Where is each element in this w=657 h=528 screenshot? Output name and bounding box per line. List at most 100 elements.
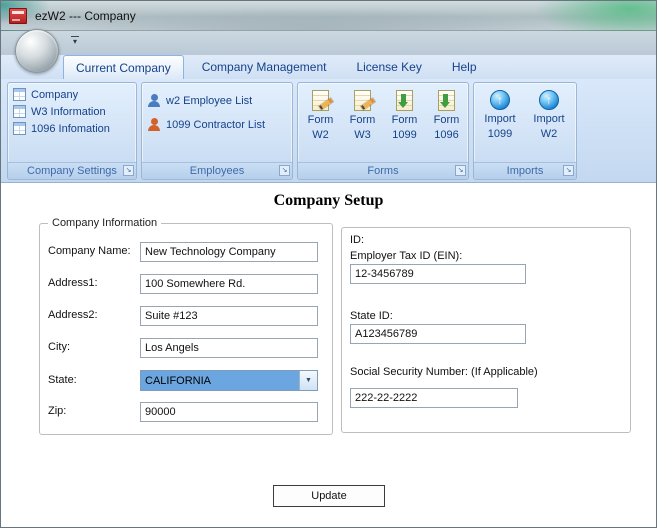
ein-input[interactable] bbox=[350, 264, 526, 284]
button-label-line1: Form bbox=[433, 114, 460, 126]
group-caption-forms: Forms ↘ bbox=[298, 162, 468, 179]
group-caption-imports: Imports ↘ bbox=[474, 162, 576, 179]
button-label-line1: Form bbox=[349, 114, 376, 126]
ribbon-item-company[interactable]: Company bbox=[10, 86, 113, 103]
button-label-line2: W2 bbox=[540, 128, 558, 140]
tab-current-company[interactable]: Current Company bbox=[63, 55, 184, 79]
button-label-line2: W2 bbox=[312, 129, 329, 141]
ribbon-item-1096-information[interactable]: 1096 Infomation bbox=[10, 120, 113, 137]
page-title: Company Setup bbox=[273, 192, 384, 209]
ribbon-item-label: 1096 Infomation bbox=[31, 122, 110, 135]
address1-input[interactable] bbox=[140, 274, 318, 294]
company-information-groupbox: Company Information Company Name: Addres… bbox=[39, 217, 333, 435]
ribbon-button-import-w2[interactable]: ↑ Import W2 bbox=[525, 85, 573, 160]
app-window: ezW2 --- Company ▾ Current Company Compa… bbox=[0, 0, 657, 528]
button-label-line1: Import bbox=[484, 113, 516, 125]
zip-label: Zip: bbox=[48, 405, 67, 417]
form-pencil-icon bbox=[354, 90, 371, 111]
ribbon-group-imports: ↑ Import 1099 ↑ Import W2 Imports ↘ bbox=[473, 82, 577, 180]
group-caption-company-settings: Company Settings ↘ bbox=[8, 162, 136, 179]
update-button[interactable]: Update bbox=[273, 485, 385, 507]
quick-access-dropdown-icon[interactable]: ▾ bbox=[67, 36, 83, 46]
id-label: ID: bbox=[350, 234, 365, 246]
zip-input[interactable] bbox=[140, 402, 318, 422]
group-caption-label: Imports bbox=[506, 165, 544, 177]
dialog-launcher-icon[interactable]: ↘ bbox=[563, 165, 574, 176]
state-label: State: bbox=[48, 374, 77, 386]
button-label-line1: Import bbox=[533, 113, 565, 125]
button-label-line1: Form bbox=[307, 114, 334, 126]
ribbon-group-employees: w2 Employee List 1099 Contractor List Em… bbox=[141, 82, 293, 180]
ribbon-button-form-1099[interactable]: Form 1099 bbox=[384, 85, 425, 160]
import-up-arrow-icon: ↑ bbox=[490, 90, 510, 110]
app-icon bbox=[9, 7, 27, 24]
button-label-line2: W3 bbox=[354, 129, 371, 141]
group-caption-employees: Employees ↘ bbox=[142, 162, 292, 179]
ribbon-item-label: 1099 Contractor List bbox=[166, 118, 266, 131]
ssn-label: Social Security Number: (If Applicable) bbox=[350, 366, 538, 378]
ein-label: Employer Tax ID (EIN): bbox=[350, 250, 463, 262]
company-name-label: Company Name: bbox=[48, 245, 131, 257]
group-caption-label: Employees bbox=[189, 165, 245, 177]
tab-label: Current Company bbox=[76, 60, 171, 75]
state-id-label: State ID: bbox=[350, 310, 393, 322]
company-name-input[interactable] bbox=[140, 242, 318, 262]
address2-label: Address2: bbox=[48, 309, 98, 321]
import-up-arrow-icon: ↑ bbox=[539, 90, 559, 110]
ribbon-button-form-w2[interactable]: Form W2 bbox=[300, 85, 341, 160]
city-input[interactable] bbox=[140, 338, 318, 358]
dialog-launcher-icon[interactable]: ↘ bbox=[455, 165, 466, 176]
state-id-input[interactable] bbox=[350, 324, 526, 344]
ribbon-button-import-1099[interactable]: ↑ Import 1099 bbox=[476, 85, 524, 160]
company-form-icon bbox=[13, 88, 26, 101]
ribbon-group-forms: Form W2 Form W3 Form 1099 Form 1096 Form… bbox=[297, 82, 469, 180]
form-1096-icon bbox=[13, 122, 26, 135]
address2-input[interactable] bbox=[140, 306, 318, 326]
form-export-icon bbox=[396, 90, 413, 111]
state-combobox[interactable]: CALIFORNIA ▼ bbox=[140, 370, 318, 391]
chevron-down-icon: ▼ bbox=[305, 377, 312, 384]
tab-company-management[interactable]: Company Management bbox=[190, 55, 339, 79]
form-pencil-icon bbox=[312, 90, 329, 111]
tab-label: License Key bbox=[356, 60, 422, 74]
employee-person-icon bbox=[147, 94, 161, 107]
group-caption-label: Company Settings bbox=[27, 165, 117, 177]
ribbon-button-form-1096[interactable]: Form 1096 bbox=[426, 85, 467, 160]
w3-form-icon bbox=[13, 105, 26, 118]
ssn-input[interactable] bbox=[350, 388, 518, 408]
tab-license-key[interactable]: License Key bbox=[344, 55, 433, 79]
contractor-person-icon bbox=[147, 118, 161, 131]
ribbon-item-label: W3 Information bbox=[31, 105, 106, 118]
ribbon-item-1099-contractor-list[interactable]: 1099 Contractor List bbox=[144, 116, 268, 133]
ribbon-item-w2-employee-list[interactable]: w2 Employee List bbox=[144, 92, 268, 109]
address1-label: Address1: bbox=[48, 277, 98, 289]
application-menu-button[interactable] bbox=[15, 29, 59, 73]
window-title: ezW2 --- Company bbox=[35, 8, 136, 23]
tab-label: Help bbox=[451, 60, 477, 74]
ribbon: Company W3 Information 1096 Infomation C… bbox=[1, 79, 656, 183]
id-groupbox: ID: Employer Tax ID (EIN): State ID: Soc… bbox=[341, 227, 631, 433]
tab-help[interactable]: Help bbox=[440, 55, 489, 79]
ribbon-button-form-w3[interactable]: Form W3 bbox=[342, 85, 383, 160]
company-setup-page: Company Setup Company Information Compan… bbox=[1, 183, 656, 527]
button-label-line2: 1096 bbox=[434, 129, 459, 141]
tab-label: Company Management bbox=[201, 60, 327, 74]
group-caption-label: Forms bbox=[367, 165, 399, 177]
button-label-line2: 1099 bbox=[487, 128, 513, 140]
ribbon-item-label: w2 Employee List bbox=[166, 94, 253, 107]
chevron-down-icon: ▾ bbox=[72, 37, 77, 46]
button-label-line2: 1099 bbox=[392, 129, 417, 141]
city-label: City: bbox=[48, 341, 70, 353]
state-combobox-value: CALIFORNIA bbox=[141, 371, 299, 390]
ribbon-tabs: Current Company Company Management Licen… bbox=[63, 55, 489, 79]
groupbox-legend: Company Information bbox=[48, 217, 162, 229]
ribbon-item-label: Company bbox=[31, 88, 79, 101]
ribbon-group-company-settings: Company W3 Information 1096 Infomation C… bbox=[7, 82, 137, 180]
dialog-launcher-icon[interactable]: ↘ bbox=[279, 165, 290, 176]
quick-access-toolbar bbox=[1, 31, 656, 55]
combo-dropdown-button[interactable]: ▼ bbox=[299, 371, 317, 390]
button-label-line1: Form bbox=[391, 114, 418, 126]
dialog-launcher-icon[interactable]: ↘ bbox=[123, 165, 134, 176]
ribbon-item-w3-information[interactable]: W3 Information bbox=[10, 103, 113, 120]
title-bar[interactable]: ezW2 --- Company bbox=[1, 1, 656, 31]
